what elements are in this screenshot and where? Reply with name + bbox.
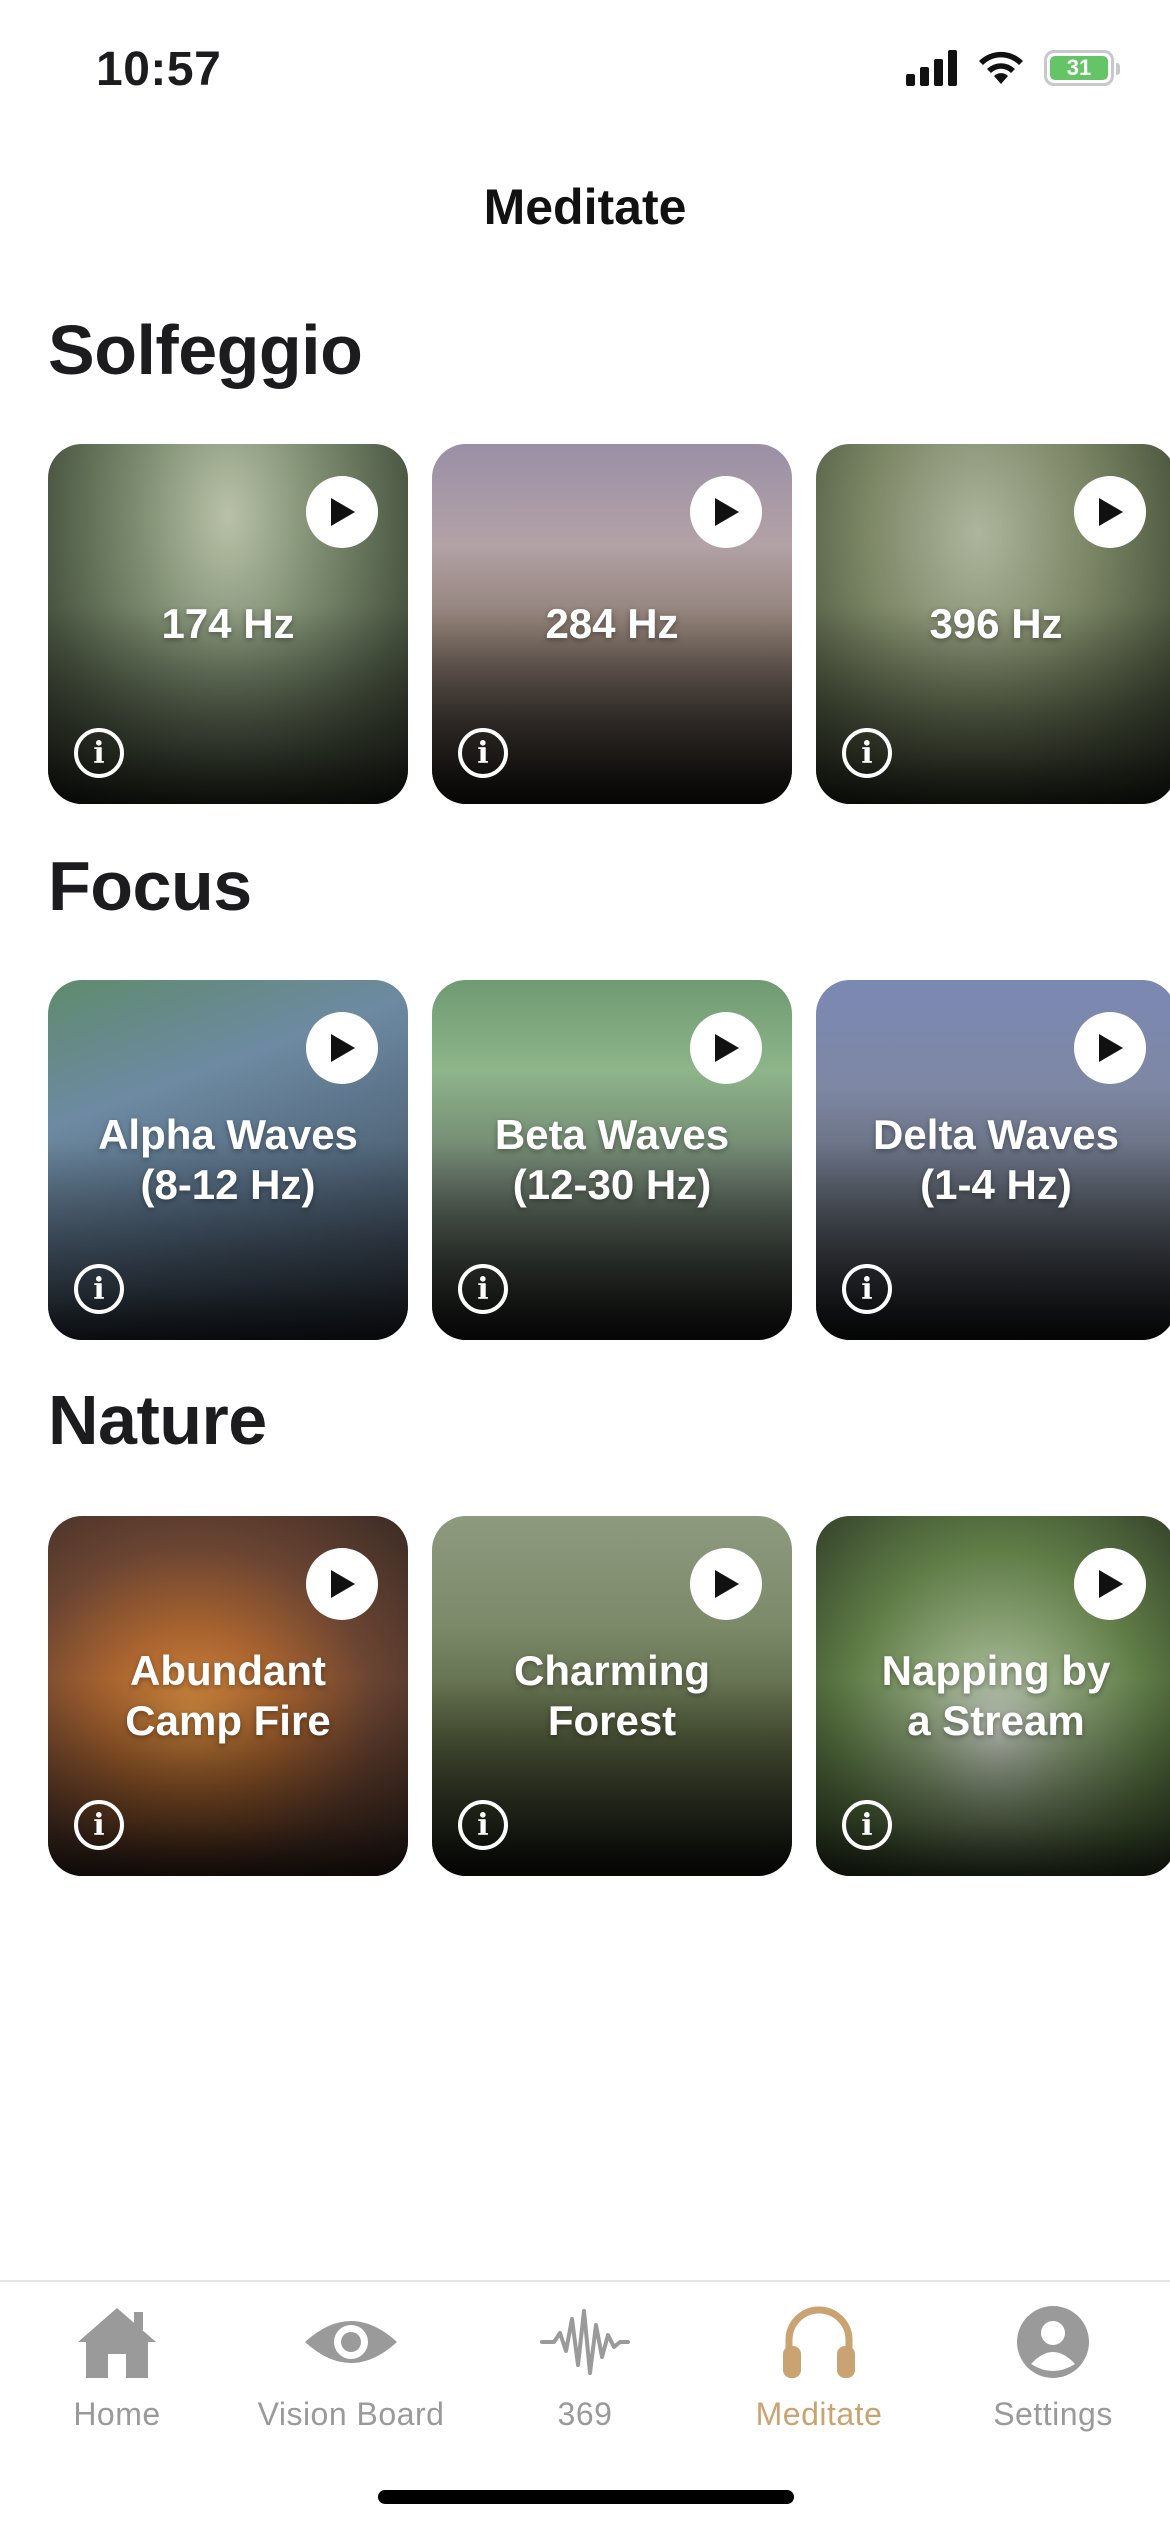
- card-396-hz[interactable]: 396 Hz i: [816, 444, 1170, 804]
- info-button[interactable]: i: [74, 728, 124, 778]
- status-icons: 31: [906, 50, 1120, 86]
- tab-settings[interactable]: Settings: [936, 2302, 1170, 2452]
- card-174-hz[interactable]: 174 Hz i: [48, 444, 408, 804]
- card-alpha-waves[interactable]: Alpha Waves (8-12 Hz) i: [48, 980, 408, 1340]
- info-button[interactable]: i: [74, 1800, 124, 1850]
- info-icon: i: [93, 1271, 105, 1307]
- home-indicator[interactable]: [378, 2490, 794, 2504]
- info-icon: i: [477, 735, 489, 771]
- section-title-solfeggio: Solfeggio: [48, 311, 363, 389]
- nature-row[interactable]: Abundant Camp Fire i Charming Forest i N…: [48, 1516, 1170, 1876]
- tab-label: Settings: [993, 2396, 1113, 2432]
- waveform-icon: [537, 2302, 633, 2382]
- wifi-icon: [979, 51, 1023, 84]
- play-icon: [1099, 1570, 1123, 1598]
- info-button[interactable]: i: [74, 1264, 124, 1314]
- person-icon: [1005, 2302, 1101, 2382]
- tab-label: Vision Board: [257, 2396, 445, 2432]
- tab-home[interactable]: Home: [0, 2302, 234, 2452]
- section-title-nature: Nature: [48, 1381, 267, 1459]
- play-icon: [715, 1034, 739, 1062]
- play-button[interactable]: [306, 476, 378, 548]
- play-icon: [715, 498, 739, 526]
- cellular-signal-icon: [906, 50, 957, 86]
- info-button[interactable]: i: [842, 728, 892, 778]
- play-button[interactable]: [306, 1548, 378, 1620]
- play-icon: [331, 498, 355, 526]
- tab-label: 369: [557, 2396, 613, 2432]
- play-icon: [1099, 498, 1123, 526]
- card-charming-forest[interactable]: Charming Forest i: [432, 1516, 792, 1876]
- info-icon: i: [93, 735, 105, 771]
- info-icon: i: [93, 1807, 105, 1843]
- status-time: 10:57: [96, 43, 222, 96]
- battery-icon: 31: [1044, 50, 1120, 86]
- page-title: Meditate: [483, 179, 687, 235]
- info-icon: i: [861, 1807, 873, 1843]
- section-title-focus: Focus: [48, 847, 252, 925]
- home-icon: [69, 2302, 165, 2382]
- play-button[interactable]: [690, 1548, 762, 1620]
- info-icon: i: [477, 1271, 489, 1307]
- tab-369[interactable]: 369: [468, 2302, 702, 2452]
- info-button[interactable]: i: [458, 1264, 508, 1314]
- play-button[interactable]: [690, 476, 762, 548]
- tab-vision-board[interactable]: Vision Board: [234, 2302, 468, 2452]
- info-button[interactable]: i: [458, 728, 508, 778]
- battery-level: 31: [1050, 55, 1108, 80]
- play-button[interactable]: [1074, 476, 1146, 548]
- tab-meditate[interactable]: Meditate: [702, 2302, 936, 2452]
- info-icon: i: [861, 735, 873, 771]
- play-button[interactable]: [690, 1012, 762, 1084]
- solfeggio-row[interactable]: 174 Hz i 284 Hz i 396 Hz i: [48, 444, 1170, 804]
- info-icon: i: [861, 1271, 873, 1307]
- card-beta-waves[interactable]: Beta Waves (12-30 Hz) i: [432, 980, 792, 1340]
- info-button[interactable]: i: [842, 1800, 892, 1850]
- play-icon: [715, 1570, 739, 1598]
- play-icon: [1099, 1034, 1123, 1062]
- play-button[interactable]: [306, 1012, 378, 1084]
- card-delta-waves[interactable]: Delta Waves (1-4 Hz) i: [816, 980, 1170, 1340]
- play-icon: [331, 1034, 355, 1062]
- play-button[interactable]: [1074, 1548, 1146, 1620]
- info-button[interactable]: i: [458, 1800, 508, 1850]
- focus-row[interactable]: Alpha Waves (8-12 Hz) i Beta Waves (12-3…: [48, 980, 1170, 1340]
- card-abundant-camp-fire[interactable]: Abundant Camp Fire i: [48, 1516, 408, 1876]
- eye-icon: [303, 2302, 399, 2382]
- card-napping-by-a-stream[interactable]: Napping by a Stream i: [816, 1516, 1170, 1876]
- headphones-icon: [771, 2302, 867, 2382]
- info-icon: i: [477, 1807, 489, 1843]
- status-bar: 10:57 31: [0, 0, 1170, 150]
- play-icon: [331, 1570, 355, 1598]
- tab-label: Home: [73, 2396, 161, 2432]
- card-284-hz[interactable]: 284 Hz i: [432, 444, 792, 804]
- tab-label: Meditate: [755, 2396, 883, 2432]
- info-button[interactable]: i: [842, 1264, 892, 1314]
- play-button[interactable]: [1074, 1012, 1146, 1084]
